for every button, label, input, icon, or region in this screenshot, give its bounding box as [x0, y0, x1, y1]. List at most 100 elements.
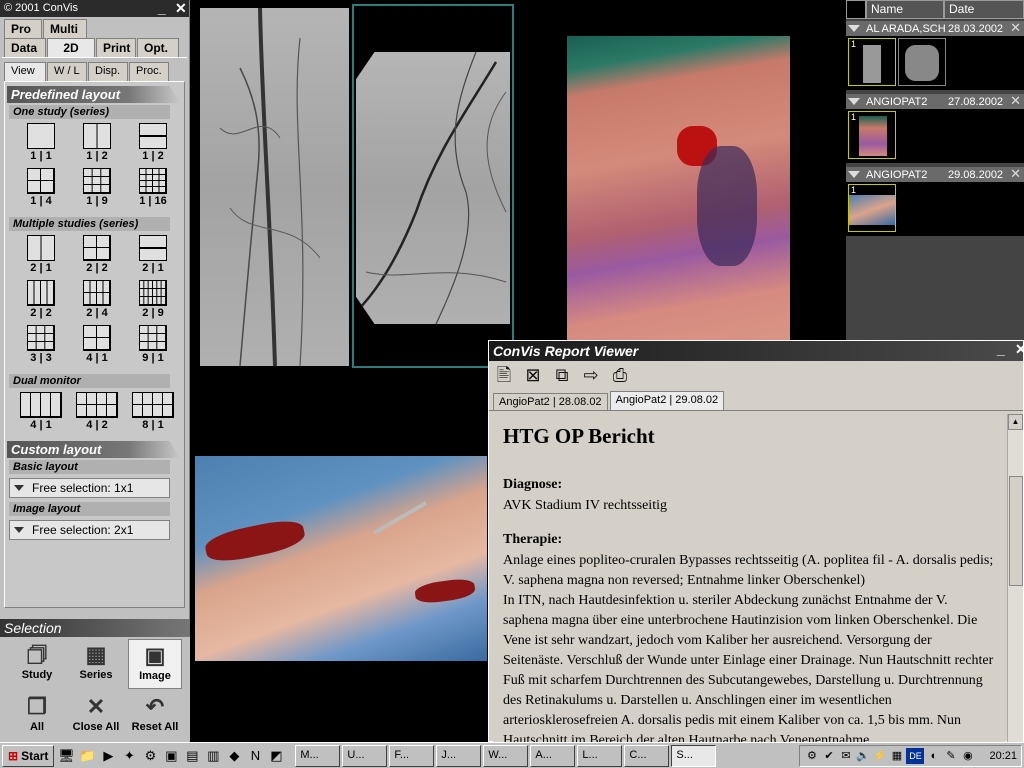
- minimize-button[interactable]: _: [158, 0, 166, 16]
- active-viewer-pane[interactable]: [352, 4, 514, 368]
- series-thumbnail[interactable]: 1: [848, 111, 896, 159]
- tray-app-icon[interactable]: ✎: [943, 748, 958, 764]
- select-all-button[interactable]: ❐ All: [10, 693, 64, 733]
- taskbar-window[interactable]: W...: [483, 744, 529, 767]
- layout-dual-4x2-button[interactable]: 4 | 2: [69, 392, 125, 431]
- tray-app-icon[interactable]: ◉: [960, 748, 975, 764]
- layout-2x2-button[interactable]: 2 | 2: [69, 235, 125, 274]
- select-all-checkbox[interactable]: [846, 0, 866, 19]
- quicklaunch-app-icon[interactable]: ◆: [225, 747, 243, 765]
- layout-1x2h-button[interactable]: 1 | 2: [125, 123, 181, 162]
- tab-print[interactable]: Print: [96, 38, 136, 57]
- report-tab-28-08[interactable]: AngioPat2 | 28.08.02: [493, 393, 608, 410]
- series-thumbnail[interactable]: 1: [848, 38, 896, 86]
- start-button[interactable]: ⊞ Start: [2, 744, 55, 767]
- tab-opt[interactable]: Opt.: [137, 38, 179, 57]
- close-study-icon[interactable]: ✕: [1010, 166, 1021, 182]
- quicklaunch-explorer-icon[interactable]: 📁: [78, 747, 96, 765]
- taskbar-window[interactable]: L...: [577, 744, 623, 767]
- layout-2x9-button[interactable]: 2 | 9: [125, 280, 181, 319]
- layout-1x2v-button[interactable]: 1 | 2: [69, 123, 125, 162]
- quicklaunch-tool-icon[interactable]: ⚙: [141, 747, 159, 765]
- taskbar-window[interactable]: A...: [530, 744, 576, 767]
- tray-network-icon[interactable]: ⚙: [804, 748, 819, 764]
- quicklaunch-app-icon[interactable]: ◩: [267, 747, 285, 765]
- tray-app-icon[interactable]: ✉: [838, 748, 853, 764]
- taskbar-window[interactable]: J...: [436, 744, 482, 767]
- quicklaunch-desktop-icon[interactable]: 🖥: [57, 747, 75, 765]
- layout-1x1-button[interactable]: 1 | 1: [13, 123, 69, 162]
- study-row[interactable]: ANGIOPAT2 27.08.2002 ✕: [846, 93, 1024, 109]
- surgery-photo[interactable]: [195, 456, 487, 661]
- column-name[interactable]: Name: [866, 0, 944, 19]
- study-row[interactable]: AL ARADA,SCH 28.03.2002 ✕: [846, 20, 1024, 36]
- close-all-button[interactable]: ✕ Close All: [69, 693, 123, 733]
- tab-data[interactable]: Data: [4, 38, 46, 57]
- scroll-thumb[interactable]: [1009, 476, 1023, 586]
- taskbar-window[interactable]: M...: [295, 744, 341, 767]
- layout-4x1-button[interactable]: 4 | 1: [69, 325, 125, 364]
- layout-1x9-button[interactable]: 1 | 9: [69, 168, 125, 207]
- quicklaunch-app-icon[interactable]: ✦: [120, 747, 138, 765]
- select-image-button[interactable]: ▣ Image: [128, 639, 182, 689]
- export-report-icon[interactable]: ⇨: [580, 364, 602, 386]
- column-date[interactable]: Date: [944, 0, 1024, 19]
- image-layout-select[interactable]: Free selection: 2x1: [9, 520, 170, 540]
- study-row[interactable]: ANGIOPAT2 29.08.2002 ✕: [846, 166, 1024, 182]
- layout-2x2v-button[interactable]: 2 | 2: [13, 280, 69, 319]
- close-report-icon[interactable]: ⊠: [522, 364, 544, 386]
- series-thumbnail[interactable]: [898, 38, 946, 86]
- tab-view[interactable]: View: [4, 62, 46, 81]
- layout-1x16-button[interactable]: 1 | 16: [125, 168, 181, 207]
- reset-all-button[interactable]: ↶ Reset All: [128, 693, 182, 733]
- pages-icon: ❐: [27, 694, 47, 719]
- layout-dual-8x1-button[interactable]: 8 | 1: [125, 392, 181, 431]
- tab-proc[interactable]: Proc.: [129, 62, 169, 81]
- layout-2x1h-button[interactable]: 2 | 1: [125, 235, 181, 274]
- select-study-button[interactable]: 🗇 Study: [10, 641, 64, 681]
- taskbar-window[interactable]: F...: [389, 744, 435, 767]
- tray-app-icon[interactable]: ◐: [926, 748, 941, 764]
- taskbar-window[interactable]: U...: [342, 744, 388, 767]
- tab-2d[interactable]: 2D: [47, 38, 95, 57]
- print-icon[interactable]: ⎙: [609, 364, 631, 386]
- close-study-icon[interactable]: ✕: [1010, 20, 1021, 36]
- close-button[interactable]: ✕: [175, 0, 187, 17]
- tab-wl[interactable]: W / L: [47, 62, 87, 81]
- open-report-icon[interactable]: 🖹: [493, 364, 515, 386]
- tab-pro[interactable]: Pro: [4, 19, 42, 38]
- close-all-reports-icon[interactable]: ⧉: [551, 364, 573, 386]
- layout-2x1v-button[interactable]: 2 | 1: [13, 235, 69, 274]
- report-tab-29-08[interactable]: AngioPat2 | 29.08.02: [609, 391, 725, 410]
- angiography-image-left[interactable]: [200, 8, 349, 366]
- tray-app-icon[interactable]: ✔: [821, 748, 836, 764]
- layout-dual-4x1-button[interactable]: 4 | 1: [13, 392, 69, 431]
- series-thumbnail[interactable]: 1: [848, 184, 896, 232]
- layout-3x3-button[interactable]: 3 | 3: [13, 325, 69, 364]
- taskbar-window[interactable]: C...: [624, 744, 670, 767]
- scroll-up-icon[interactable]: ▲: [1008, 414, 1023, 430]
- quicklaunch-app-icon[interactable]: ▥: [204, 747, 222, 765]
- tab-multi[interactable]: Multi: [43, 19, 87, 38]
- basic-layout-select[interactable]: Free selection: 1x1: [9, 478, 170, 498]
- report-scrollbar[interactable]: ▲: [1007, 414, 1023, 742]
- tray-volume-icon[interactable]: 🔈: [855, 748, 870, 764]
- quicklaunch-app-icon[interactable]: ▤: [183, 747, 201, 765]
- select-series-button[interactable]: ▦ Series: [69, 641, 123, 681]
- tray-app-icon[interactable]: ▦: [889, 748, 904, 764]
- close-study-icon[interactable]: ✕: [1010, 93, 1021, 109]
- taskbar-window-active[interactable]: S...: [671, 744, 717, 767]
- report-close-button[interactable]: ✕: [1015, 341, 1024, 358]
- tray-app-icon[interactable]: ⚡: [872, 748, 887, 764]
- report-minimize-button[interactable]: _: [997, 341, 1005, 357]
- foot-wound-photo[interactable]: [567, 36, 790, 340]
- quicklaunch-app-icon[interactable]: ▣: [162, 747, 180, 765]
- language-indicator[interactable]: DE: [906, 748, 925, 764]
- quicklaunch-media-icon[interactable]: ▶: [99, 747, 117, 765]
- layout-9x1-button[interactable]: 9 | 1: [125, 325, 181, 364]
- clock[interactable]: 20:21: [989, 750, 1017, 762]
- tab-disp[interactable]: Disp.: [88, 62, 128, 81]
- layout-2x4-button[interactable]: 2 | 4: [69, 280, 125, 319]
- quicklaunch-app-icon[interactable]: N: [246, 747, 264, 765]
- layout-1x4-button[interactable]: 1 | 4: [13, 168, 69, 207]
